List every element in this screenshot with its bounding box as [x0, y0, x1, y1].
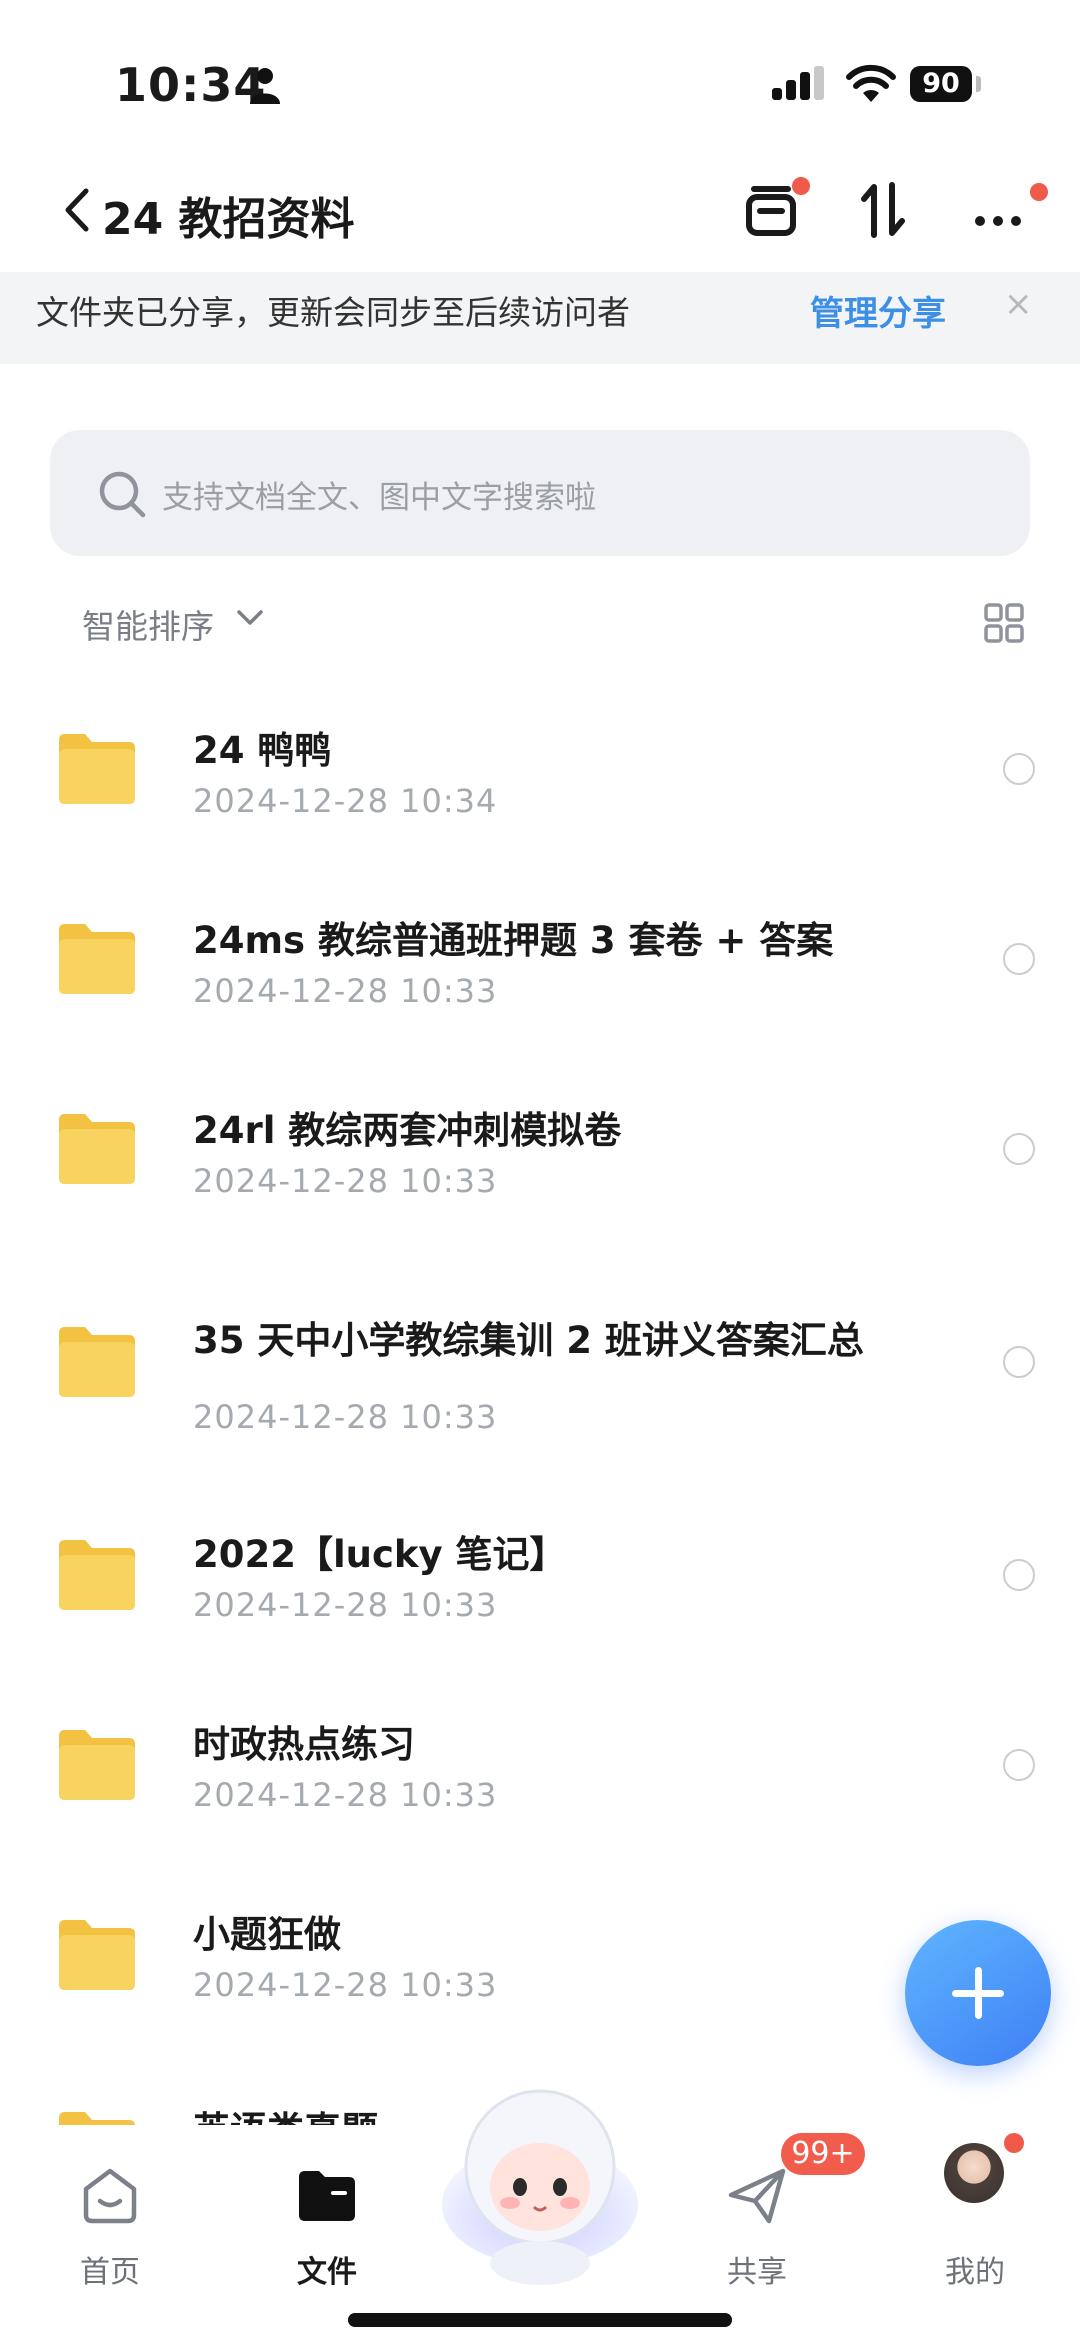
battery-indicator: 90: [910, 66, 972, 102]
tab-share-label: 共享: [727, 2255, 787, 2290]
folder-icon: [59, 924, 135, 994]
search-icon: [99, 471, 146, 518]
select-checkbox[interactable]: [1003, 1133, 1035, 1165]
notification-dot: [1004, 2133, 1024, 2153]
share-count-badge: 99+: [781, 2133, 865, 2175]
folder-icon: [59, 1114, 135, 1184]
list-item[interactable]: 时政热点练习 2024-12-28 10:33: [0, 1694, 1080, 1844]
file-date: 2024-12-28 10:33: [193, 1398, 498, 1436]
manage-share-link[interactable]: 管理分享: [810, 286, 946, 335]
sort-row: 智能排序: [0, 592, 1080, 652]
file-date: 2024-12-28 10:33: [193, 1162, 498, 1200]
person-icon: [250, 68, 280, 104]
add-button[interactable]: [905, 1920, 1051, 2066]
list-item[interactable]: 35 天中小学教综集训 2 班讲义答案汇总 2024-12-28 10:33: [0, 1290, 1080, 1470]
folder-icon: [299, 2171, 355, 2221]
more-icon: [975, 216, 1021, 226]
file-name: 英语类真题: [193, 2100, 378, 2125]
tab-files-label: 文件: [297, 2255, 357, 2290]
search-placeholder: 支持文档全文、图中文字搜索啦: [162, 480, 596, 516]
avatar[interactable]: [944, 2143, 1004, 2203]
file-name: 24ms 教综普通班押题 3 套卷 + 答案: [193, 919, 834, 962]
file-date: 2024-12-28 10:33: [193, 1776, 498, 1814]
select-checkbox[interactable]: [1003, 1559, 1035, 1591]
file-date: 2024-12-28 10:33: [193, 972, 498, 1010]
archive-button[interactable]: [740, 175, 810, 245]
chevron-down-icon[interactable]: [236, 608, 264, 628]
folder-icon: [59, 1920, 135, 1990]
file-name: 24rl 教综两套冲刺模拟卷: [193, 1109, 622, 1152]
tab-me-label: 我的: [945, 2255, 1005, 2290]
grid-view-icon[interactable]: [983, 602, 1025, 644]
list-item[interactable]: 24 鸭鸭 2024-12-28 10:34: [0, 700, 1080, 850]
mascot-assistant[interactable]: [440, 2075, 640, 2285]
home-icon: [83, 2168, 137, 2224]
folder-icon: [59, 1730, 135, 1800]
folder-icon: [59, 734, 135, 804]
paper-plane-icon: [728, 2168, 786, 2224]
folder-icon: [59, 1327, 135, 1397]
list-item[interactable]: 24ms 教综普通班押题 3 套卷 + 答案 2024-12-28 10:33: [0, 890, 1080, 1040]
file-name: 35 天中小学教综集训 2 班讲义答案汇总: [193, 1319, 864, 1362]
signal-icon: [772, 66, 824, 100]
file-date: 2024-12-28 10:33: [193, 1966, 498, 2004]
share-banner-text: 文件夹已分享，更新会同步至后续访问者: [36, 293, 630, 332]
file-name: 2022【lucky 笔记】: [193, 1533, 567, 1576]
list-item[interactable]: 2022【lucky 笔记】 2024-12-28 10:33: [0, 1504, 1080, 1654]
select-checkbox[interactable]: [1003, 943, 1035, 975]
notification-dot: [792, 177, 810, 195]
sort-order-button[interactable]: [852, 175, 922, 245]
page-title: 24 教招资料: [102, 194, 355, 245]
search-input[interactable]: 支持文档全文、图中文字搜索啦: [50, 430, 1030, 556]
file-name: 小题狂做: [193, 1913, 341, 1956]
select-checkbox[interactable]: [1003, 1346, 1035, 1378]
folder-icon: [59, 1540, 135, 1610]
notification-dot: [1030, 183, 1048, 201]
back-icon[interactable]: [58, 185, 98, 235]
folder-icon: [59, 2112, 135, 2125]
status-bar: 10:34 90: [0, 0, 1080, 150]
sort-dropdown[interactable]: 智能排序: [82, 600, 214, 648]
home-indicator: [348, 2313, 732, 2327]
file-name: 时政热点练习: [193, 1723, 415, 1766]
nav-bar: 24 教招资料: [0, 165, 1080, 275]
file-date: 2024-12-28 10:33: [193, 1586, 498, 1624]
close-banner-button[interactable]: ×: [1004, 284, 1033, 324]
select-checkbox[interactable]: [1003, 1749, 1035, 1781]
list-item[interactable]: 24rl 教综两套冲刺模拟卷 2024-12-28 10:33: [0, 1080, 1080, 1230]
share-banner: 文件夹已分享，更新会同步至后续访问者 管理分享 ×: [0, 272, 1080, 364]
tab-home[interactable]: 首页: [40, 2145, 180, 2290]
wifi-icon: [846, 64, 896, 102]
more-button[interactable]: [970, 175, 1048, 245]
select-checkbox[interactable]: [1003, 753, 1035, 785]
plus-icon: [975, 1967, 982, 2019]
file-name: 24 鸭鸭: [193, 729, 332, 772]
tab-home-label: 首页: [80, 2255, 140, 2290]
status-time: 10:34: [115, 58, 267, 112]
battery-nub: [976, 76, 981, 92]
tab-files[interactable]: 文件: [257, 2145, 397, 2290]
file-date: 2024-12-28 10:34: [193, 782, 498, 820]
sort-arrows-icon: [861, 182, 905, 238]
